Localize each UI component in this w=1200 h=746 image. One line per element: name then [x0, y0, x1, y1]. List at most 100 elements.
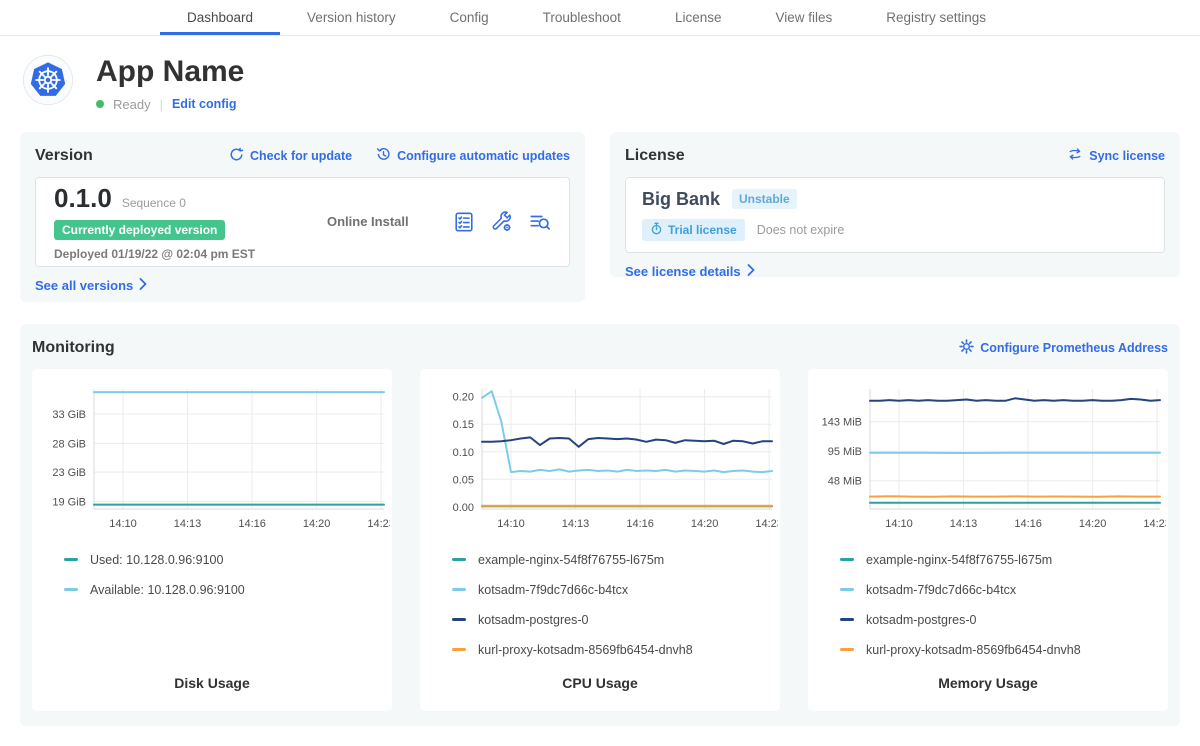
svg-text:14:20: 14:20	[1079, 518, 1107, 530]
legend-label: Used: 10.128.0.96:9100	[90, 553, 223, 567]
legend-swatch	[452, 648, 466, 651]
svg-text:143 MiB: 143 MiB	[822, 416, 862, 428]
expiry-text: Does not expire	[757, 223, 845, 237]
chart-title: CPU Usage	[422, 675, 778, 711]
disk-usage-chart-card: 19 GiB 23 GiB 28 GiB 33 GiB 14:10 14:13 14:16 1…	[32, 369, 392, 711]
refresh-icon	[229, 147, 244, 165]
memory-usage-legend: example-nginx-54f8f76755-l675m kotsadm-7f…	[810, 539, 1166, 657]
svg-text:14:10: 14:10	[885, 518, 913, 530]
svg-text:14:13: 14:13	[174, 518, 202, 530]
license-type-badge: Trial license	[642, 219, 745, 241]
cpu-usage-legend: example-nginx-54f8f76755-l675m kotsadm-7f…	[422, 539, 778, 657]
legend-label: kurl-proxy-kotsadm-8569fb6454-dnvh8	[866, 643, 1081, 657]
legend-item: Used: 10.128.0.96:9100	[64, 553, 390, 567]
legend-label: kotsadm-postgres-0	[478, 613, 588, 627]
legend-label: example-nginx-54f8f76755-l675m	[478, 553, 664, 567]
check-for-update-button[interactable]: Check for update	[229, 147, 352, 165]
legend-swatch	[64, 588, 78, 591]
preflight-checklist-icon[interactable]	[453, 211, 475, 233]
license-card: License Sync license Big Bank	[610, 132, 1180, 277]
tab-version-history[interactable]: Version history	[280, 0, 423, 35]
svg-text:48 MiB: 48 MiB	[828, 475, 862, 487]
deployed-badge: Currently deployed version	[54, 220, 225, 240]
svg-text:14:10: 14:10	[109, 518, 137, 530]
memory-usage-chart: 48 MiB95 MiB143 MiB14:1014:1314:1614:201…	[810, 379, 1166, 539]
svg-text:0.15: 0.15	[453, 419, 474, 431]
svg-text:14:16: 14:16	[1014, 518, 1042, 530]
sync-arrows-icon	[1067, 147, 1083, 164]
legend-swatch	[452, 558, 466, 561]
version-number: 0.1.0	[54, 183, 112, 214]
monitoring-title: Monitoring	[32, 339, 115, 357]
legend-swatch	[840, 588, 854, 591]
configure-prometheus-button[interactable]: Configure Prometheus Address	[959, 339, 1168, 357]
svg-text:19 GiB: 19 GiB	[52, 496, 86, 508]
wrench-gear-icon[interactable]	[491, 211, 513, 233]
tab-label: View files	[775, 10, 832, 25]
svg-text:0.20: 0.20	[453, 391, 474, 403]
edit-config-link[interactable]: Edit config	[172, 97, 237, 111]
disk-usage-chart: 19 GiB 23 GiB 28 GiB 33 GiB 14:10 14:13 14:16 1…	[34, 379, 390, 539]
tab-label: License	[675, 10, 722, 25]
svg-text:0.10: 0.10	[453, 446, 474, 458]
legend-item: kotsadm-7f9dc7d66c-b4tcx	[452, 583, 778, 597]
svg-text:14:23: 14:23	[367, 518, 390, 530]
see-all-versions-link[interactable]: See all versions	[35, 278, 147, 293]
see-license-details-label: See license details	[625, 264, 741, 279]
check-for-update-label: Check for update	[250, 149, 352, 163]
tab-label: Dashboard	[187, 10, 253, 25]
chart-title: Disk Usage	[34, 675, 390, 711]
tab-dashboard[interactable]: Dashboard	[160, 0, 280, 35]
svg-text:0.05: 0.05	[453, 474, 474, 486]
see-license-details-link[interactable]: See license details	[625, 264, 755, 279]
legend-label: kotsadm-postgres-0	[866, 613, 976, 627]
sync-license-button[interactable]: Sync license	[1067, 147, 1165, 164]
svg-text:14:20: 14:20	[691, 518, 719, 530]
logs-search-icon[interactable]	[529, 211, 551, 233]
svg-text:14:16: 14:16	[238, 518, 266, 530]
chevron-right-icon	[139, 278, 147, 293]
svg-text:28 GiB: 28 GiB	[52, 438, 86, 450]
configure-prometheus-label: Configure Prometheus Address	[980, 341, 1168, 355]
svg-text:14:10: 14:10	[497, 518, 525, 530]
version-card-title: Version	[35, 147, 93, 165]
tab-view-files[interactable]: View files	[748, 0, 859, 35]
disk-usage-legend: Used: 10.128.0.96:9100Available: 10.128.…	[34, 539, 390, 597]
svg-text:14:23: 14:23	[1143, 518, 1166, 530]
svg-text:33 GiB: 33 GiB	[52, 409, 86, 421]
tab-troubleshoot[interactable]: Troubleshoot	[516, 0, 648, 35]
svg-text:23 GiB: 23 GiB	[52, 467, 86, 479]
sequence-label: Sequence 0	[122, 196, 186, 210]
customer-name: Big Bank	[642, 189, 720, 210]
see-all-versions-label: See all versions	[35, 278, 133, 293]
cpu-usage-chart: 0.000.050.100.150.2014:1014:1314:1614:20…	[422, 379, 778, 539]
tab-label: Troubleshoot	[543, 10, 621, 25]
legend-item: example-nginx-54f8f76755-l675m	[840, 553, 1166, 567]
configure-automatic-updates-button[interactable]: Configure automatic updates	[376, 147, 570, 165]
svg-text:14:13: 14:13	[562, 518, 590, 530]
cpu-usage-chart-card: 0.000.050.100.150.2014:1014:1314:1614:20…	[420, 369, 780, 711]
tab-label: Config	[450, 10, 489, 25]
kubernetes-logo-icon	[22, 54, 74, 106]
top-nav: Dashboard Version history Config Trouble…	[0, 0, 1200, 36]
stopwatch-icon	[650, 222, 663, 238]
tab-label: Registry settings	[886, 10, 986, 25]
svg-text:14:20: 14:20	[303, 518, 331, 530]
legend-item: kotsadm-7f9dc7d66c-b4tcx	[840, 583, 1166, 597]
legend-swatch	[840, 648, 854, 651]
legend-swatch	[840, 558, 854, 561]
svg-text:14:23: 14:23	[755, 518, 778, 530]
app-header: App Name Ready | Edit config	[22, 54, 1180, 112]
tab-registry-settings[interactable]: Registry settings	[859, 0, 1013, 35]
legend-swatch	[452, 618, 466, 621]
tab-config[interactable]: Config	[423, 0, 516, 35]
svg-text:0.00: 0.00	[453, 501, 474, 513]
memory-usage-chart-card: 48 MiB95 MiB143 MiB14:1014:1314:1614:201…	[808, 369, 1168, 711]
chart-title: Memory Usage	[810, 675, 1166, 711]
tab-license[interactable]: License	[648, 0, 749, 35]
legend-swatch	[840, 618, 854, 621]
monitoring-section: Monitoring Configure Prometheus Address	[20, 324, 1180, 726]
legend-label: kotsadm-7f9dc7d66c-b4tcx	[478, 583, 628, 597]
legend-item: kurl-proxy-kotsadm-8569fb6454-dnvh8	[840, 643, 1166, 657]
legend-label: example-nginx-54f8f76755-l675m	[866, 553, 1052, 567]
